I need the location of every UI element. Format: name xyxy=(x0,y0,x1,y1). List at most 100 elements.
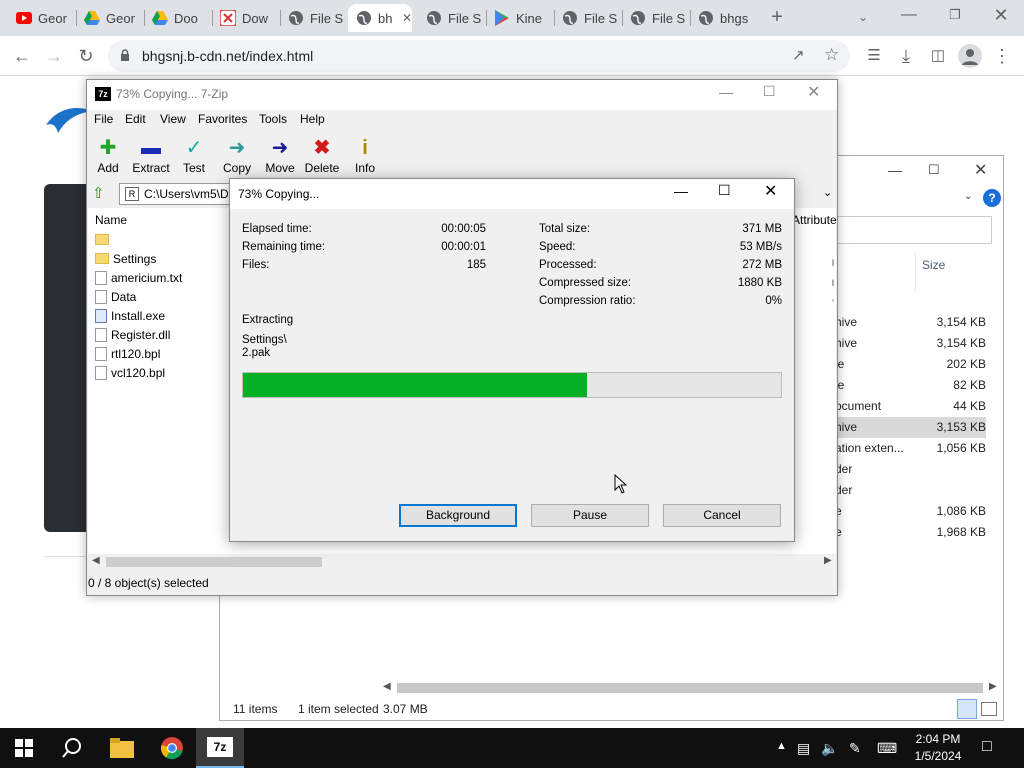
cancel-button[interactable]: Cancel xyxy=(663,504,781,527)
zip-file-item[interactable]: rtl120.bpl xyxy=(95,344,160,363)
explorer-row[interactable]: der xyxy=(835,480,986,501)
explorer-row[interactable]: e 1,968 KB xyxy=(835,522,986,543)
7zip-taskbar-button[interactable]: 7z xyxy=(196,728,244,768)
network-icon[interactable]: ▤ xyxy=(797,740,810,757)
chrome-taskbar-button[interactable] xyxy=(148,728,196,768)
menu-file[interactable]: File xyxy=(94,112,113,126)
file-explorer-taskbar-button[interactable] xyxy=(98,728,146,768)
name-column-header[interactable]: Name xyxy=(95,213,127,227)
explorer-row[interactable]: ation exten... 1,056 KB xyxy=(835,438,986,459)
explorer-row[interactable]: der xyxy=(835,459,986,480)
restore-button[interactable]: ❐ xyxy=(932,0,978,32)
reload-button[interactable]: ↻ xyxy=(74,44,98,68)
tab-close-icon[interactable]: ✕ xyxy=(402,11,412,25)
explorer-row[interactable]: ocument 44 KB xyxy=(835,396,986,417)
new-tab-button[interactable]: + xyxy=(766,6,788,28)
browser-tab[interactable]: Geor xyxy=(8,4,76,32)
browser-tab[interactable]: bhgs xyxy=(690,4,758,32)
menu-view[interactable]: View xyxy=(160,112,186,126)
explorer-row[interactable]: le 82 KB xyxy=(835,375,986,396)
folder-icon xyxy=(95,253,109,264)
info-button[interactable]: i Info xyxy=(340,135,390,175)
pen-icon[interactable]: ✎ xyxy=(849,740,861,757)
tab-search-chevron-icon[interactable]: ⌄ xyxy=(852,6,874,28)
address-bar[interactable]: bhgsnj.b-cdn.net/index.html ↗ ☆ xyxy=(108,40,850,72)
zip-file-item[interactable] xyxy=(95,230,113,249)
search-button[interactable] xyxy=(48,728,96,768)
explorer-maximize-button[interactable]: ☐ xyxy=(928,162,940,178)
explorer-minimize-button[interactable]: — xyxy=(888,162,902,178)
minimize-button[interactable]: — xyxy=(886,0,932,32)
menu-kebab-icon[interactable]: ⋮ xyxy=(990,44,1014,68)
action-label: Extracting xyxy=(242,314,294,326)
7zip-close-button[interactable]: ✕ xyxy=(807,82,820,102)
browser-tab[interactable]: Dow xyxy=(212,4,280,32)
volume-muted-icon[interactable]: 🔈 xyxy=(821,740,838,757)
zip-file-item[interactable]: vcl120.bpl xyxy=(95,363,165,382)
7zip-minimize-button[interactable]: — xyxy=(719,84,733,100)
menu-edit[interactable]: Edit xyxy=(125,112,146,126)
large-icons-view-icon[interactable] xyxy=(981,702,997,716)
explorer-row[interactable]: hive 3,153 KB xyxy=(835,417,986,438)
zip-file-item[interactable]: americium.txt xyxy=(95,268,182,287)
explorer-close-button[interactable]: ✕ xyxy=(974,160,987,180)
download-icon[interactable]: ⤓ xyxy=(894,44,918,68)
back-button[interactable]: ← xyxy=(10,44,34,68)
browser-tab[interactable]: File S xyxy=(418,4,486,32)
compression-ratio-label: Compression ratio: xyxy=(539,295,636,307)
dialog-minimize-button[interactable]: — xyxy=(674,183,688,199)
menu-favorites[interactable]: Favorites xyxy=(198,112,247,126)
profile-avatar-icon[interactable] xyxy=(958,44,982,68)
search-box[interactable] xyxy=(835,216,992,244)
start-button[interactable] xyxy=(0,728,48,768)
zip-file-item[interactable]: Install.exe xyxy=(95,306,165,325)
forward-button[interactable]: → xyxy=(42,44,66,68)
explorer-row-size: 44 KB xyxy=(953,399,986,413)
browser-tab[interactable]: Doo xyxy=(144,4,212,32)
reading-list-icon[interactable]: ☰ xyxy=(862,44,886,68)
ribbon-expand-chevron-icon[interactable]: ⌄ xyxy=(964,191,972,202)
folder-up-icon[interactable]: ⇧ xyxy=(92,184,110,202)
browser-tab[interactable]: Geor xyxy=(76,4,144,32)
bookmark-star-icon[interactable]: ☆ xyxy=(824,45,839,65)
browser-tab[interactable]: Kine xyxy=(486,4,554,32)
close-button[interactable]: ✕ xyxy=(978,0,1024,32)
explorer-row[interactable]: e 1,086 KB xyxy=(835,501,986,522)
browser-tab[interactable]: File S xyxy=(280,4,348,32)
7zip-menu-bar: File Edit View Favorites Tools Help xyxy=(87,110,837,130)
zip-file-item[interactable]: Data xyxy=(95,287,136,306)
menu-tools[interactable]: Tools xyxy=(259,112,287,126)
keyboard-icon[interactable]: ⌨ xyxy=(877,740,897,757)
dialog-maximize-button[interactable]: ☐ xyxy=(718,182,731,199)
notifications-icon[interactable]: □ xyxy=(982,738,992,756)
attribute-column-header[interactable]: Attribute xyxy=(792,213,837,227)
zip-file-item[interactable]: Register.dll xyxy=(95,325,170,344)
compressed-size-label: Compressed size: xyxy=(539,277,632,289)
pause-button[interactable]: Pause xyxy=(531,504,649,527)
zip-file-name: rtl120.bpl xyxy=(111,346,161,361)
help-icon[interactable]: ? xyxy=(983,189,1001,207)
menu-help[interactable]: Help xyxy=(300,112,325,126)
7zip-maximize-button[interactable]: ☐ xyxy=(763,83,776,100)
explorer-row-size: 202 KB xyxy=(946,357,986,371)
dialog-close-button[interactable]: ✕ xyxy=(764,181,777,201)
share-icon[interactable]: ↗ xyxy=(792,46,805,64)
show-hidden-icons-chevron-icon[interactable]: ▲ xyxy=(776,740,787,752)
7zip-horizontal-scrollbar[interactable]: ◀ ▶ xyxy=(88,554,836,570)
explorer-horizontal-scrollbar[interactable]: ◀ ▶ xyxy=(383,680,1003,696)
browser-tab[interactable]: File S xyxy=(554,4,622,32)
side-panel-icon[interactable]: ◫ xyxy=(926,44,950,68)
current-file-name: 2.pak xyxy=(242,347,271,359)
explorer-row[interactable]: hive 3,154 KB xyxy=(835,333,986,354)
browser-tab[interactable]: bh ✕ xyxy=(348,4,412,32)
size-column-header[interactable]: Size xyxy=(915,252,997,292)
zip-file-item[interactable]: Settings xyxy=(95,249,156,268)
path-field[interactable]: R C:\Users\vm5\De xyxy=(119,183,235,205)
details-view-icon[interactable] xyxy=(957,699,977,719)
explorer-row[interactable]: hive 3,154 KB xyxy=(835,312,986,333)
path-dropdown-chevron-icon[interactable]: ⌄ xyxy=(823,186,832,199)
background-button[interactable]: Background xyxy=(399,504,517,527)
browser-tab[interactable]: File S xyxy=(622,4,690,32)
clock[interactable]: 2:04 PM 1/5/2024 xyxy=(905,731,971,765)
explorer-row[interactable]: le 202 KB xyxy=(835,354,986,375)
